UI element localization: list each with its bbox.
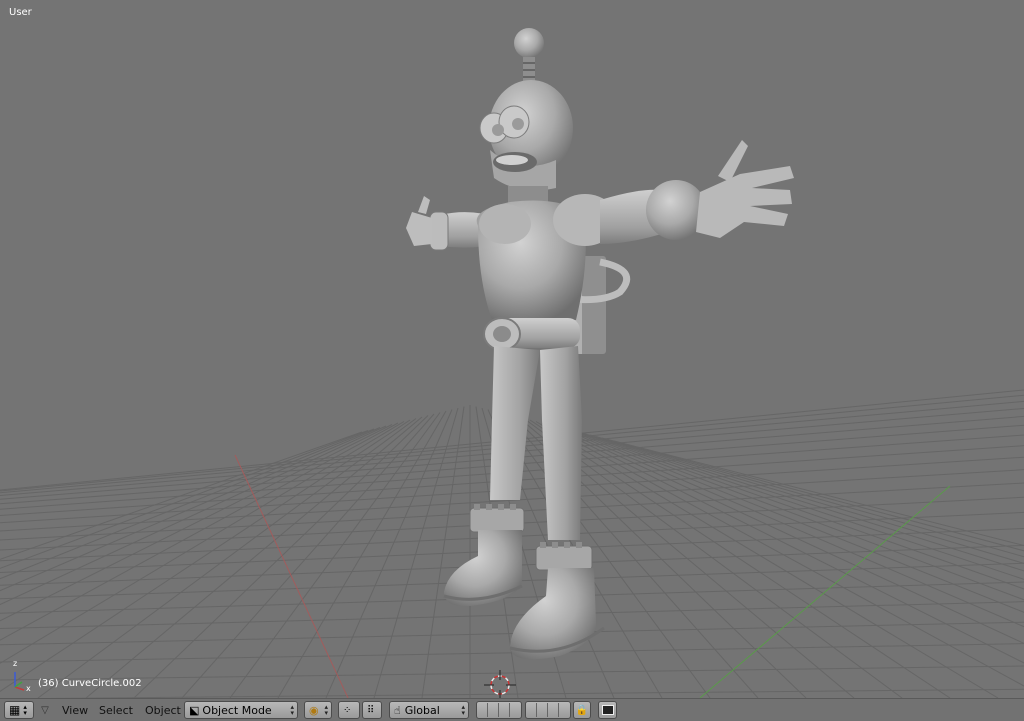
viewport-header: ▦ ▴ ▾ ▽ View Select Object ⬕ Object Mode … <box>0 698 1024 721</box>
orientation-select[interactable]: ☝ Global ▴ ▾ <box>389 701 469 719</box>
mode-select[interactable]: ⬕ Object Mode ▴ ▾ <box>184 701 298 719</box>
orientation-select-value: Global <box>404 703 440 717</box>
menu-object[interactable]: Object <box>143 701 183 719</box>
layer-grid-icon[interactable] <box>499 703 510 717</box>
select-arrows-icon: ▴ ▾ <box>23 703 27 717</box>
solid-shading-icon: ◉ <box>309 703 319 717</box>
header-collapse-button[interactable]: ▽ <box>38 701 52 719</box>
lock-icon: 🔒 <box>575 704 589 716</box>
x-axis-line <box>234 454 349 698</box>
object-info-label: (36) CurveCircle.002 <box>38 678 142 689</box>
layer-grid-icon[interactable] <box>510 703 521 717</box>
3d-viewport[interactable]: User z x (36) CurveCircle.002 <box>0 0 1024 698</box>
snap-toggle[interactable]: ⠿ <box>362 701 382 719</box>
layer-grid-icon[interactable] <box>548 703 559 717</box>
layer-buttons-right[interactable] <box>525 701 571 719</box>
grid-icon: ▦ <box>9 703 21 717</box>
layer-grid-icon[interactable] <box>559 703 570 717</box>
menu-view[interactable]: View <box>60 701 90 719</box>
lock-layers-button[interactable]: 🔒 <box>573 701 591 719</box>
select-arrows-icon: ▴ ▾ <box>290 703 294 717</box>
mode-select-value: Object Mode <box>202 703 272 717</box>
snap-icon: ⠿ <box>367 704 375 716</box>
axis-x-label: x <box>26 684 31 693</box>
render-preview-icon <box>601 705 614 715</box>
menu-select[interactable]: Select <box>97 701 135 719</box>
object-mode-icon: ⬕ <box>189 703 200 717</box>
layer-buttons-left[interactable] <box>476 701 522 719</box>
pivot-icon: ⁘ <box>343 704 352 716</box>
axis-z-label: z <box>13 659 18 668</box>
render-preview-button[interactable] <box>598 701 617 719</box>
layer-grid-icon[interactable] <box>488 703 499 717</box>
select-arrows-icon: ▴ ▾ <box>461 703 465 717</box>
layer-grid-icon[interactable] <box>526 703 537 717</box>
editor-type-button[interactable]: ▦ ▴ ▾ <box>4 701 34 719</box>
layer-grid-icon[interactable] <box>477 703 488 717</box>
character-model[interactable] <box>406 28 794 660</box>
hand-icon: ☝ <box>394 703 401 717</box>
view-name-label: User <box>9 7 32 18</box>
select-arrows-icon: ▴ ▾ <box>324 703 328 717</box>
triangle-down-icon: ▽ <box>41 704 49 716</box>
layer-grid-icon[interactable] <box>537 703 548 717</box>
pivot-select[interactable]: ⁘ <box>338 701 360 719</box>
viewport-scene[interactable] <box>0 0 1024 698</box>
shading-select[interactable]: ◉ ▴ ▾ <box>304 701 332 719</box>
